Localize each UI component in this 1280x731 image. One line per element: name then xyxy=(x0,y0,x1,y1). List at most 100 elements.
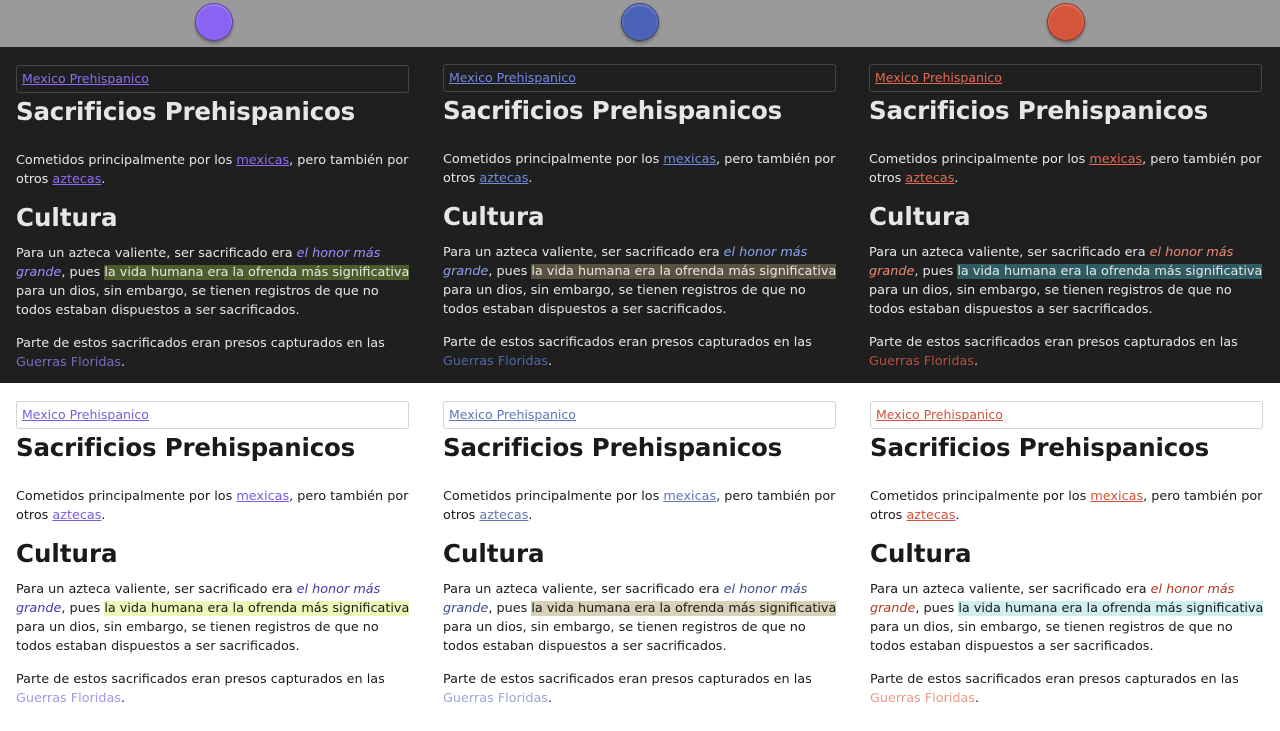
section-heading: Cultura xyxy=(869,202,971,231)
cultura-paragraph: Para un azteca valiente, ser sacrificado… xyxy=(443,580,839,656)
highlighted-text: la vida humana era la ofrenda más signif… xyxy=(958,601,1264,616)
preview-dark-red: Mexico Prehispanico Sacrificios Prehispa… xyxy=(869,64,1265,394)
cultura-text-end: para un dios, sin embargo, se tienen reg… xyxy=(869,283,1232,317)
aztecas-link[interactable]: aztecas xyxy=(52,172,101,187)
breadcrumb: Mexico Prehispanico xyxy=(16,65,409,93)
guerras-floridas-link[interactable]: Guerras Floridas xyxy=(16,355,121,370)
mexicas-link[interactable]: mexicas xyxy=(1089,152,1142,167)
cultura-text: Para un azteca valiente, ser sacrificado… xyxy=(16,582,297,597)
guerras-floridas-link[interactable]: Guerras Floridas xyxy=(870,691,975,706)
preview-light-purple: Mexico Prehispanico Sacrificios Prehispa… xyxy=(16,401,412,731)
parte-text: Parte de estos sacrificados eran presos … xyxy=(443,672,812,687)
breadcrumb-link[interactable]: Mexico Prehispanico xyxy=(876,407,1003,422)
intro-text-end: . xyxy=(528,508,533,523)
intro-text-end: . xyxy=(101,172,106,187)
parte-paragraph: Parte de estos sacrificados eran presos … xyxy=(16,670,412,708)
page-title: Sacrificios Prehispanicos xyxy=(443,96,783,125)
page-title: Sacrificios Prehispanicos xyxy=(443,433,783,462)
cultura-paragraph: Para un azteca valiente, ser sacrificado… xyxy=(16,580,412,656)
intro-text-end: . xyxy=(101,508,106,523)
intro-text: Cometidos principalmente por los xyxy=(16,153,237,168)
intro-paragraph: Cometidos principalmente por los mexicas… xyxy=(16,151,412,189)
aztecas-link[interactable]: aztecas xyxy=(479,171,528,186)
parte-text-end: . xyxy=(973,354,979,369)
section-heading: Cultura xyxy=(443,202,545,231)
purple-theme-button[interactable] xyxy=(195,3,233,41)
guerras-floridas-link[interactable]: Guerras Floridas xyxy=(16,691,121,706)
preview-dark-blue: Mexico Prehispanico Sacrificios Prehispa… xyxy=(443,64,839,394)
cultura-text-end: para un dios, sin embargo, se tienen reg… xyxy=(443,620,806,654)
section-heading: Cultura xyxy=(16,203,118,232)
mexicas-link[interactable]: mexicas xyxy=(236,153,289,168)
guerras-floridas-link[interactable]: Guerras Floridas xyxy=(443,354,548,369)
cultura-text-end: para un dios, sin embargo, se tienen reg… xyxy=(443,283,806,317)
preview-light-red: Mexico Prehispanico Sacrificios Prehispa… xyxy=(870,401,1266,731)
page-title: Sacrificios Prehispanicos xyxy=(16,97,356,126)
highlighted-text: la vida humana era la ofrenda más signif… xyxy=(957,264,1263,279)
blue-theme-button[interactable] xyxy=(621,3,659,41)
breadcrumb: Mexico Prehispanico xyxy=(870,401,1263,429)
intro-paragraph: Cometidos principalmente por los mexicas… xyxy=(870,487,1266,525)
preview-dark-purple: Mexico Prehispanico Sacrificios Prehispa… xyxy=(16,65,412,395)
intro-text-end: . xyxy=(955,508,960,523)
intro-paragraph: Cometidos principalmente por los mexicas… xyxy=(443,150,839,188)
cultura-text-after: , pues xyxy=(914,264,958,279)
breadcrumb-link[interactable]: Mexico Prehispanico xyxy=(875,70,1002,85)
intro-paragraph: Cometidos principalmente por los mexicas… xyxy=(443,487,839,525)
highlighted-text: la vida humana era la ofrenda más signif… xyxy=(104,601,410,616)
intro-text-end: . xyxy=(528,171,533,186)
parte-text-end: . xyxy=(120,691,126,706)
mexicas-link[interactable]: mexicas xyxy=(663,489,716,504)
parte-text-end: . xyxy=(120,355,126,370)
cultura-paragraph: Para un azteca valiente, ser sacrificado… xyxy=(869,243,1265,319)
parte-text: Parte de estos sacrificados eran presos … xyxy=(16,672,385,687)
cultura-text-end: para un dios, sin embargo, se tienen reg… xyxy=(16,284,379,318)
guerras-floridas-link[interactable]: Guerras Floridas xyxy=(869,354,974,369)
preview-light-blue: Mexico Prehispanico Sacrificios Prehispa… xyxy=(443,401,839,731)
breadcrumb-link[interactable]: Mexico Prehispanico xyxy=(22,407,149,422)
breadcrumb: Mexico Prehispanico xyxy=(16,401,409,429)
section-heading: Cultura xyxy=(16,539,118,568)
parte-text-end: . xyxy=(547,354,553,369)
breadcrumb-link[interactable]: Mexico Prehispanico xyxy=(449,407,576,422)
breadcrumb: Mexico Prehispanico xyxy=(443,64,836,92)
mexicas-link[interactable]: mexicas xyxy=(236,489,289,504)
intro-text: Cometidos principalmente por los xyxy=(16,489,237,504)
intro-paragraph: Cometidos principalmente por los mexicas… xyxy=(869,150,1265,188)
mexicas-link[interactable]: mexicas xyxy=(663,152,716,167)
breadcrumb: Mexico Prehispanico xyxy=(869,64,1262,92)
parte-paragraph: Parte de estos sacrificados eran presos … xyxy=(869,333,1265,371)
cultura-text-end: para un dios, sin embargo, se tienen reg… xyxy=(16,620,379,654)
aztecas-link[interactable]: aztecas xyxy=(905,171,954,186)
mexicas-link[interactable]: mexicas xyxy=(1090,489,1143,504)
guerras-floridas-link[interactable]: Guerras Floridas xyxy=(443,691,548,706)
breadcrumb-link[interactable]: Mexico Prehispanico xyxy=(449,70,576,85)
cultura-text-after: , pues xyxy=(61,601,105,616)
intro-paragraph: Cometidos principalmente por los mexicas… xyxy=(16,487,412,525)
page-title: Sacrificios Prehispanicos xyxy=(16,433,356,462)
highlighted-text: la vida humana era la ofrenda más signif… xyxy=(531,264,837,279)
cultura-text: Para un azteca valiente, ser sacrificado… xyxy=(443,245,724,260)
parte-text: Parte de estos sacrificados eran presos … xyxy=(869,335,1238,350)
cultura-paragraph: Para un azteca valiente, ser sacrificado… xyxy=(443,243,839,319)
highlighted-text: la vida humana era la ofrenda más signif… xyxy=(531,601,837,616)
page-title: Sacrificios Prehispanicos xyxy=(870,433,1210,462)
breadcrumb: Mexico Prehispanico xyxy=(443,401,836,429)
cultura-text-after: , pues xyxy=(61,265,105,280)
aztecas-link[interactable]: aztecas xyxy=(479,508,528,523)
red-theme-button[interactable] xyxy=(1047,3,1085,41)
intro-text-end: . xyxy=(954,171,959,186)
cultura-paragraph: Para un azteca valiente, ser sacrificado… xyxy=(870,580,1266,656)
page-title: Sacrificios Prehispanicos xyxy=(869,96,1209,125)
cultura-text-end: para un dios, sin embargo, se tienen reg… xyxy=(870,620,1233,654)
parte-text-end: . xyxy=(974,691,980,706)
cultura-text: Para un azteca valiente, ser sacrificado… xyxy=(870,582,1151,597)
aztecas-link[interactable]: aztecas xyxy=(906,508,955,523)
parte-paragraph: Parte de estos sacrificados eran presos … xyxy=(443,333,839,371)
highlighted-text: la vida humana era la ofrenda más signif… xyxy=(104,265,410,280)
breadcrumb-link[interactable]: Mexico Prehispanico xyxy=(22,71,149,86)
parte-text: Parte de estos sacrificados eran presos … xyxy=(443,335,812,350)
parte-text: Parte de estos sacrificados eran presos … xyxy=(870,672,1239,687)
aztecas-link[interactable]: aztecas xyxy=(52,508,101,523)
parte-paragraph: Parte de estos sacrificados eran presos … xyxy=(443,670,839,708)
